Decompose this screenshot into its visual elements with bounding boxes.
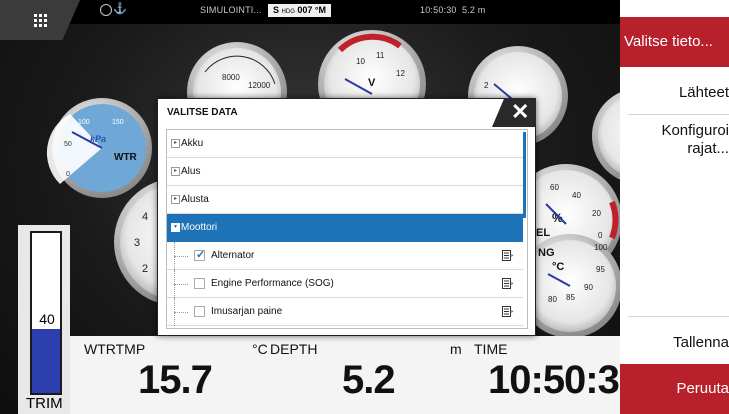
wtr-tick-100: 100: [78, 119, 90, 126]
time-label: TIME: [474, 341, 508, 357]
tree-row-alus[interactable]: ▸ Alus: [167, 158, 523, 186]
tree-row-akku[interactable]: ▸ Akku: [167, 130, 523, 158]
trim-bar: 40: [30, 231, 62, 395]
checkbox-imusarjan-paine[interactable]: [194, 306, 205, 317]
volt-unit: V: [368, 77, 376, 89]
row-options-icon[interactable]: [502, 250, 513, 261]
tree-row-label: Alternator: [211, 250, 255, 261]
fuel-tick-40: 40: [572, 191, 581, 200]
tree-row-moottori[interactable]: ▾ Moottori: [167, 214, 523, 242]
tree-row-label: Alusta: [181, 194, 209, 205]
grid-menu-icon: [34, 14, 48, 28]
left-tick-3: 3: [134, 237, 140, 249]
wtr-tick-150: 150: [112, 119, 124, 126]
tree-row-alternator[interactable]: ✓ Alternator: [167, 242, 523, 270]
trim-label: TRIM: [26, 395, 63, 412]
wtrtmp-value: 15.7: [138, 358, 213, 402]
select-data-menu-item[interactable]: Valitse tieto...: [620, 17, 729, 67]
temp-tick-85: 85: [566, 293, 575, 302]
sources-menu-item[interactable]: Lähteet: [679, 84, 729, 101]
tree-row-label: Engine Performance (SOG): [211, 278, 334, 289]
heading-prefix: S: [273, 5, 280, 15]
globe-icon: [100, 4, 112, 16]
small-gauge-tick: 2: [484, 81, 489, 90]
heading-readout: S HDG 007 °M: [268, 4, 332, 17]
depth-value: 5.2: [342, 358, 396, 402]
tree-row-imusarjan-paine[interactable]: Imusarjan paine: [167, 298, 523, 326]
expand-icon[interactable]: ▸: [171, 139, 180, 148]
wtrtmp-label: WTRTMP: [84, 341, 146, 357]
trim-indicator: 40 TRIM: [18, 225, 70, 414]
depth-label: DEPTH: [270, 341, 318, 357]
heading-label: HDG: [281, 9, 295, 15]
wtr-label: WTR: [114, 152, 138, 163]
expand-icon[interactable]: ▸: [171, 195, 180, 204]
checkbox-alternator[interactable]: ✓: [194, 249, 206, 261]
collapse-icon[interactable]: ▾: [171, 223, 180, 232]
cancel-menu-item[interactable]: Peruuta: [620, 364, 729, 414]
volt-tick-12: 12: [396, 69, 405, 78]
fuel-tick-20: 20: [592, 209, 601, 218]
depth-unit: m: [450, 341, 462, 357]
tree-row-label: Alus: [181, 166, 201, 177]
volt-tick-11: 11: [376, 51, 385, 60]
temp-tick-95: 95: [596, 265, 605, 274]
temp-tick-80: 80: [548, 295, 557, 304]
scrollbar[interactable]: [523, 132, 526, 218]
dialog-header: VALITSE DATA: [158, 99, 535, 127]
tree-row-label: Imusarjan paine: [211, 306, 283, 317]
tree-row-engine-performance[interactable]: Engine Performance (SOG): [167, 270, 523, 298]
trim-level-fill: [32, 329, 60, 393]
wtr-tick-50: 50: [64, 141, 72, 148]
volt-tick-10: 10: [356, 57, 365, 66]
right-menu-panel: Valitse tieto... Lähteet Konfiguroi raja…: [620, 0, 729, 414]
temp-unit: °C: [552, 261, 564, 273]
dialog-title: VALITSE DATA: [167, 107, 238, 118]
row-options-icon[interactable]: [502, 306, 513, 317]
tree-line: [174, 256, 188, 258]
close-icon: ✕: [511, 99, 530, 124]
fuel-tick-60: 60: [550, 183, 559, 192]
expand-icon[interactable]: ▸: [171, 167, 180, 176]
save-menu-item[interactable]: Tallenna: [673, 334, 729, 351]
wtr-tick-0: 0: [66, 171, 70, 178]
status-bar: ⚓ SIMULOINTI... S HDG 007 °M 10:50:30 5.…: [0, 0, 620, 24]
configure-limits-menu-item[interactable]: Konfiguroi rajat...: [629, 122, 729, 158]
left-tick-4: 4: [142, 211, 148, 223]
menu-divider: [628, 114, 729, 115]
time-value: 10:50:3: [488, 358, 620, 402]
wtrtmp-unit: °C: [252, 341, 268, 357]
water-pressure-gauge: 100 150 50 0 kPa WTR: [46, 98, 152, 198]
fuel-tick-0: 0: [598, 231, 603, 240]
rpm-tick-12000: 12000: [248, 81, 271, 90]
tree-row-label: Moottori: [181, 222, 218, 233]
anchor-icon: ⚓: [113, 3, 127, 15]
simulation-label: SIMULOINTI...: [200, 5, 262, 15]
temp-label: NG: [538, 247, 555, 259]
temp-tick-100: 100: [594, 243, 608, 252]
data-tree-list: ▸ Akku ▸ Alus ▸ Alusta ▾ Moottori ✓ Alte…: [166, 129, 528, 329]
status-time: 10:50:30: [420, 5, 457, 15]
row-options-icon[interactable]: [502, 278, 513, 289]
rpm-tick-8000: 8000: [222, 73, 240, 82]
menu-divider: [628, 316, 729, 317]
data-bar: WTRTMP °C 15.7 DEPTH m 5.2 TIME 10:50:3: [70, 336, 620, 414]
temp-tick-90: 90: [584, 283, 593, 292]
partial-gauge-right: [592, 92, 620, 180]
left-tick-2: 2: [142, 263, 148, 275]
tree-line: [174, 312, 188, 314]
status-depth: 5.2 m: [462, 5, 486, 15]
checkbox-engine-performance[interactable]: [194, 278, 205, 289]
heading-value: 007 °M: [297, 5, 327, 15]
checkmark-icon: ✓: [196, 249, 206, 261]
tree-line: [174, 284, 188, 286]
trim-value: 40: [39, 311, 55, 327]
select-data-dialog: VALITSE DATA ✕ ▸ Akku ▸ Alus ▸ Alusta ▾ …: [157, 98, 536, 336]
tree-row-label: Akku: [181, 138, 204, 149]
fuel-label: EL: [536, 227, 550, 239]
tree-row-alusta[interactable]: ▸ Alusta: [167, 186, 523, 214]
